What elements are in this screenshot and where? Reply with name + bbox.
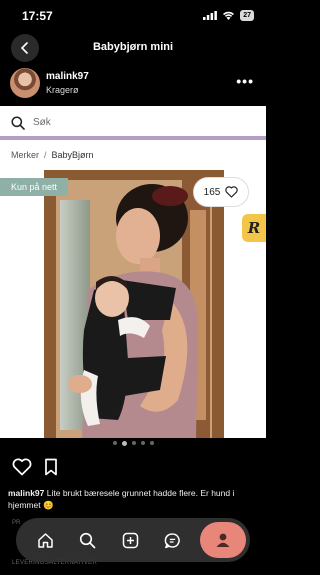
carousel-indicator	[0, 438, 266, 448]
search-placeholder: Søk	[33, 117, 51, 128]
carousel-dot	[131, 441, 136, 445]
status-bar: 17:57 27	[0, 0, 266, 30]
search-icon	[79, 532, 96, 548]
carousel-dot	[112, 441, 117, 445]
status-icons: 27	[203, 10, 254, 21]
tab-search[interactable]	[73, 525, 103, 555]
wifi-icon	[223, 11, 235, 20]
breadcrumb: Merker / BabyBjørn	[11, 150, 94, 160]
peek-text: PR	[12, 520, 21, 526]
bookmark-icon[interactable]	[43, 458, 59, 476]
page-title: Babybjørn mini	[92, 41, 174, 53]
author-row[interactable]: malink97 Kragerø •••	[0, 68, 266, 102]
author-location: Kragerø	[46, 85, 79, 95]
search-icon	[11, 116, 25, 130]
status-time: 17:57	[22, 9, 53, 23]
chat-bubble-icon	[164, 532, 180, 548]
r-logo-badge[interactable]: R	[242, 214, 266, 242]
heart-icon	[225, 186, 239, 198]
author-username[interactable]: malink97	[46, 71, 89, 82]
tab-create[interactable]	[115, 525, 145, 555]
likes-count: 165	[203, 186, 221, 198]
tab-profile[interactable]	[200, 522, 246, 558]
carousel-dot	[140, 441, 145, 445]
tab-home[interactable]	[30, 525, 60, 555]
plus-square-icon	[122, 532, 138, 548]
breadcrumb-parent: Merker	[11, 150, 40, 160]
more-options-button[interactable]: •••	[236, 74, 254, 88]
listing-image[interactable]: Søk Merker / BabyBjørn Kun på nett 165 R	[0, 106, 266, 438]
product-photo	[0, 170, 266, 438]
carousel-dot	[149, 441, 154, 445]
like-heart-icon[interactable]	[12, 458, 32, 476]
online-only-badge: Kun på nett	[0, 178, 69, 196]
post-caption: malink97 Lite brukt bæresele grunnet had…	[8, 487, 258, 511]
top-bar: Babybjørn mini	[0, 32, 266, 64]
bottom-tab-bar	[16, 518, 250, 562]
embedded-search-bar: Søk	[0, 106, 266, 140]
avatar[interactable]	[10, 68, 40, 98]
battery-icon: 27	[240, 10, 254, 21]
breadcrumb-separator: /	[44, 150, 47, 160]
caption-username[interactable]: malink97	[8, 488, 44, 498]
carousel-dot-active	[121, 440, 127, 446]
person-icon	[216, 533, 230, 547]
post-actions	[12, 458, 59, 476]
mother-with-baby-carrier-illustration	[0, 170, 266, 438]
likes-counter[interactable]: 165	[193, 177, 249, 207]
breadcrumb-current: BabyBjørn	[51, 150, 94, 160]
signal-icon	[203, 11, 218, 20]
home-icon	[37, 532, 53, 548]
tab-messages[interactable]	[158, 525, 188, 555]
